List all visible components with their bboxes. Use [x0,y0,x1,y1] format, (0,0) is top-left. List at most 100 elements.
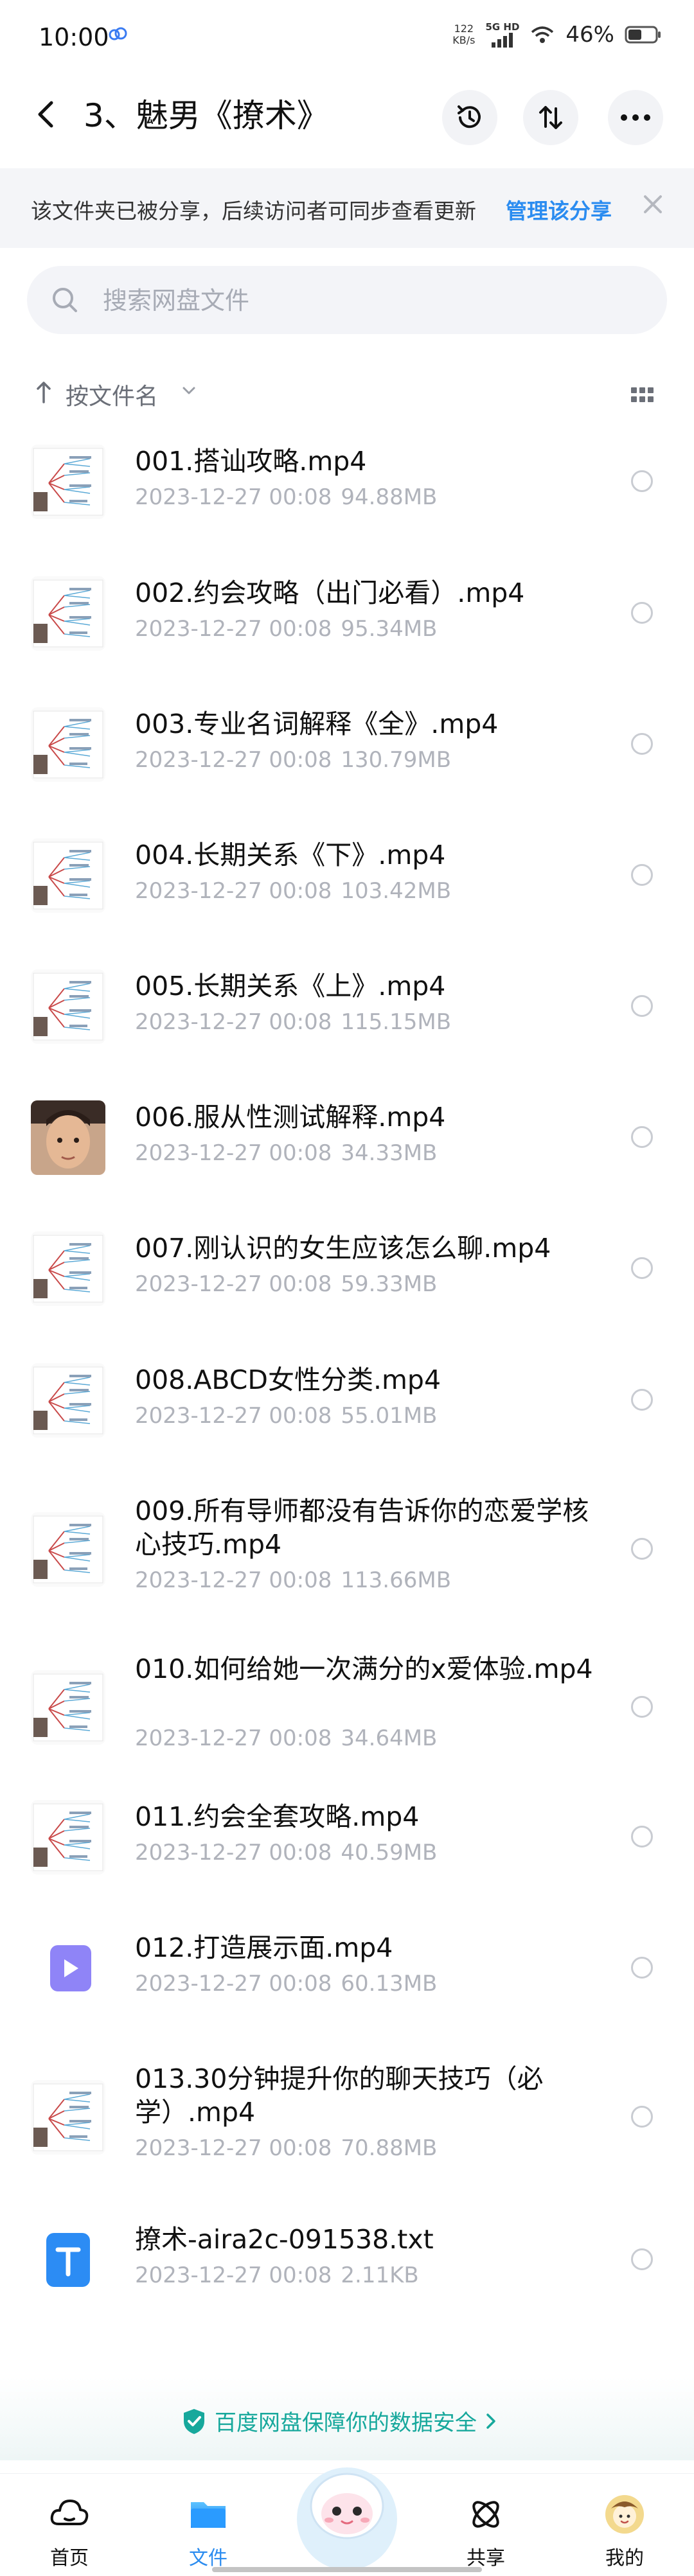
nav-bar: 3、魅男《撩术》 [0,71,694,161]
file-row[interactable]: 008.ABCD女性分类.mp4 2023-12-27 00:08 55.01MB [0,1362,694,1465]
file-row[interactable]: 010.如何给她一次满分的x爱体验.mp4 2023-12-27 00:08 34.… [0,1651,694,1786]
file-name: 003.专业名词解释《全》.mp4 [135,709,499,739]
mascot-icon [297,2467,397,2570]
file-name: 撩术-aira2c-091538.txt [135,2224,434,2255]
transfer-button[interactable] [523,90,578,145]
select-radio[interactable] [631,864,653,886]
file-row[interactable]: 012.打造展示面.mp4 2023-12-27 00:08 60.13MB [0,1930,694,2033]
select-radio[interactable] [631,2248,653,2270]
sort-arrow-up-icon[interactable] [35,379,53,405]
file-size: 59.33MB [341,1271,438,1297]
select-radio[interactable] [631,733,653,755]
more-button[interactable] [608,90,663,145]
share-banner-text: 该文件夹已被分享，后续访问者可同步查看更新 [31,198,476,224]
file-row[interactable]: 001.搭讪攻略.mp4 2023-12-27 00:08 94.88MB [0,443,694,546]
video-file-icon [31,1931,105,2006]
txt-file-icon [31,2223,105,2297]
video-thumbnail [31,838,105,913]
file-row[interactable]: 004.长期关系《下》.mp4 2023-12-27 00:08 103.42MB [0,837,694,940]
tab-files[interactable]: 文件 [150,2474,266,2576]
file-row[interactable]: 011.约会全套攻略.mp4 2023-12-27 00:08 40.59MB [0,1799,694,1901]
sort-by-filename[interactable]: 按文件名 [66,378,158,411]
file-date: 2023-12-27 00:08 [135,1403,332,1429]
cloud-sync-icon [109,27,127,40]
select-radio[interactable] [631,995,653,1017]
file-size: 94.88MB [341,484,438,510]
share-knot-icon [472,2501,499,2528]
share-banner: 该文件夹已被分享，后续访问者可同步查看更新 管理该分享 [0,168,694,248]
file-row[interactable]: 撩术-aira2c-091538.txt 2023-12-27 00:08 2.11… [0,2221,694,2324]
net-speed-unit: KB/s [452,34,476,46]
tab-mascot[interactable] [289,2442,405,2576]
video-thumbnail [31,1670,105,1745]
select-radio[interactable] [631,1389,653,1411]
battery-percent: 46% [565,22,614,48]
file-row[interactable]: 002.约会攻略（出门必看）.mp4 2023-12-27 00:08 95.34M… [0,575,694,678]
back-arrow-icon[interactable] [30,95,62,134]
file-date: 2023-12-27 00:08 [135,1271,332,1297]
tab-share[interactable]: 共享 [428,2474,544,2576]
sort-row: 按文件名 [0,366,694,424]
select-radio[interactable] [631,1538,653,1560]
status-bar: 10:00 122 KB/s 5G HD 46% [0,0,694,71]
file-row[interactable]: 009.所有导师都没有告诉你的恋爱学核心技巧.mp4 2023-12-27 00:… [0,1493,694,1628]
file-name: 013.30分钟提升你的聊天技巧（必学）.mp4 [135,2063,544,2128]
select-radio[interactable] [631,602,653,624]
safety-text: 百度网盘保障你的数据安全 [215,2410,477,2436]
signal-bars-icon [491,33,513,48]
file-size: 60.13MB [341,1971,438,1997]
cloud-home-icon [50,2500,89,2525]
file-size: 55.01MB [341,1403,438,1429]
video-thumbnail [31,707,105,782]
tab-me[interactable]: 我的 [567,2474,682,2576]
wifi-icon [531,26,554,43]
file-row[interactable]: 006.服从性测试解释.mp4 2023-12-27 00:08 34.33MB [0,1099,694,1202]
video-thumbnail [31,1512,105,1587]
chevron-down-icon[interactable] [181,385,197,396]
file-date: 2023-12-27 00:08 [135,747,332,773]
file-date: 2023-12-27 00:08 [135,878,332,904]
close-icon[interactable] [639,190,667,218]
file-date: 2023-12-27 00:08 [135,1971,332,1997]
file-row[interactable]: 007.刚认识的女生应该怎么聊.mp4 2023-12-27 00:08 59.33… [0,1230,694,1333]
net-speed-value: 122 [454,22,474,35]
file-name: 008.ABCD女性分类.mp4 [135,1364,441,1395]
search-box[interactable] [27,266,667,334]
tab-home[interactable]: 首页 [12,2474,127,2576]
history-button[interactable] [442,90,497,145]
manage-share-link[interactable]: 管理该分享 [506,194,612,225]
home-indicator [212,2567,482,2572]
select-radio[interactable] [631,1826,653,1848]
file-name: 011.约会全套攻略.mp4 [135,1801,420,1832]
video-thumbnail [31,1800,105,1875]
select-radio[interactable] [631,1126,653,1148]
file-date: 2023-12-27 00:08 [135,484,332,510]
select-radio[interactable] [631,2106,653,2128]
file-name: 005.长期关系《上》.mp4 [135,971,446,1001]
file-meta: 2023-12-27 00:08 40.59MB [135,1839,437,1867]
file-date: 2023-12-27 00:08 [135,1140,332,1166]
select-radio[interactable] [631,1957,653,1979]
search-input[interactable] [102,283,631,319]
select-radio[interactable] [631,1257,653,1279]
file-meta: 2023-12-27 00:08 94.88MB [135,483,437,511]
file-name: 002.约会攻略（出门必看）.mp4 [135,578,525,608]
file-size: 95.34MB [341,616,438,642]
select-radio[interactable] [631,1696,653,1718]
file-date: 2023-12-27 00:08 [135,2263,332,2288]
file-size: 40.59MB [341,1840,438,1866]
video-thumbnail [31,576,105,651]
file-meta: 2023-12-27 00:08 103.42MB [135,877,451,905]
file-row[interactable]: 005.长期关系《上》.mp4 2023-12-27 00:08 115.15MB [0,968,694,1071]
video-thumbnail [31,969,105,1044]
select-radio[interactable] [631,470,653,492]
file-name: 010.如何给她一次满分的x爱体验.mp4 [135,1654,593,1684]
file-row[interactable]: 003.专业名词解释《全》.mp4 2023-12-27 00:08 130.79M… [0,706,694,809]
grid-view-icon[interactable] [630,385,655,405]
tab-me-label: 我的 [605,2547,644,2570]
tab-files-label: 文件 [189,2547,227,2570]
status-time: 10:00 [39,23,109,51]
file-row[interactable]: 013.30分钟提升你的聊天技巧（必学）.mp4 2023-12-27 00:08… [0,2061,694,2196]
file-size: 70.88MB [341,2135,438,2161]
file-meta: 2023-12-27 00:08 113.66MB [135,1566,451,1594]
